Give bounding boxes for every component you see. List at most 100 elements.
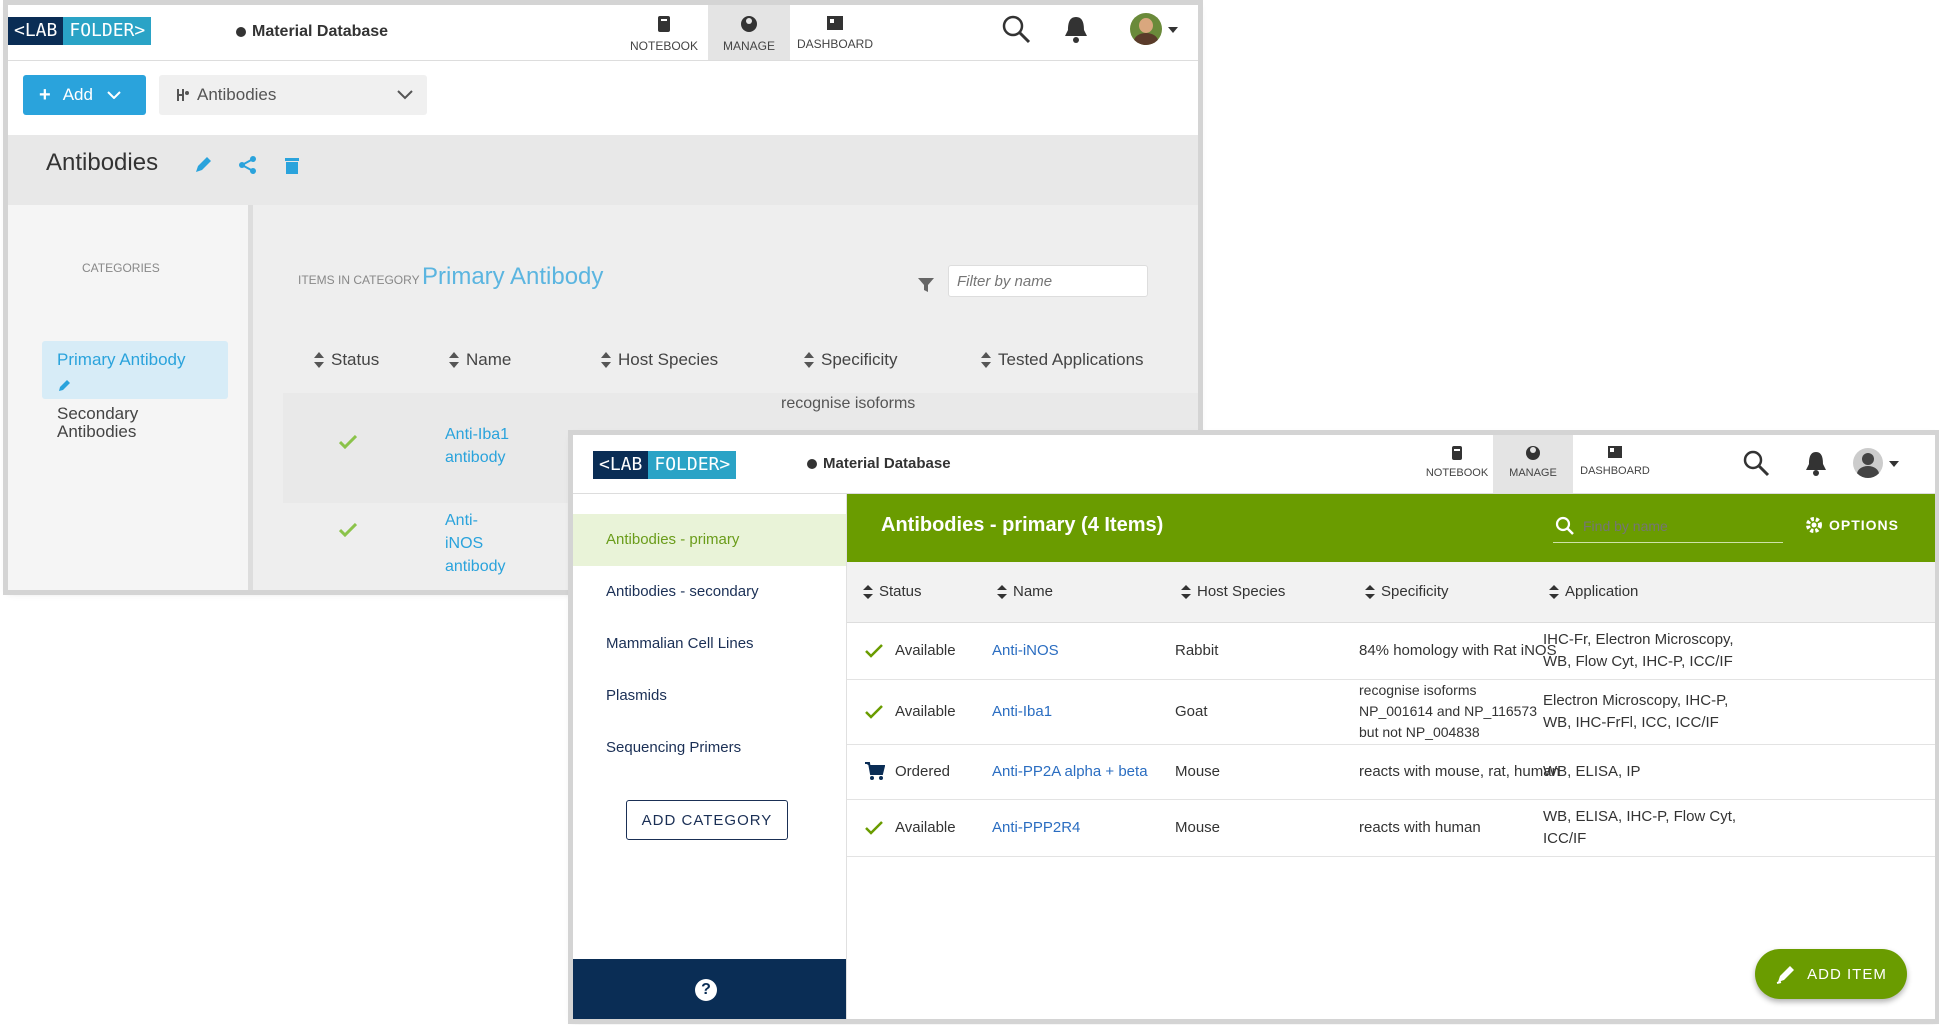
chevron-down-icon	[397, 90, 413, 100]
add-button[interactable]: + Add	[23, 75, 146, 115]
find-by-name-search[interactable]	[1553, 508, 1783, 543]
item-name-link[interactable]: Anti-Iba1	[992, 701, 1052, 723]
column-specificity[interactable]: Specificity	[1365, 562, 1449, 622]
item-name-link[interactable]: Anti-iNOS antibody	[445, 509, 515, 578]
specificity-line: NP_001614 and NP_116573	[1359, 703, 1538, 719]
nav-manage[interactable]: MANAGE	[1493, 435, 1573, 493]
item-name-link[interactable]: Anti-PP2A alpha + beta	[992, 761, 1148, 783]
nav-manage[interactable]: MANAGE	[708, 5, 790, 60]
chevron-down-icon	[107, 91, 121, 99]
database-label-text: Material Database	[823, 455, 951, 472]
cart-icon	[865, 762, 885, 780]
nav-manage-label: MANAGE	[722, 39, 775, 53]
category-sidebar: Antibodies - primary Antibodies - second…	[573, 494, 847, 1019]
nav-dashboard[interactable]: DASHBOARD	[1573, 435, 1657, 493]
column-status[interactable]: Status	[313, 350, 379, 370]
database-dot-icon	[236, 27, 246, 37]
category-item-primary[interactable]: Primary Antibody	[42, 341, 228, 399]
categories-sidebar: CATEGORIES Primary Antibody Secondary An…	[8, 205, 253, 590]
filter-input[interactable]	[948, 265, 1148, 297]
collection-title: Antibodies	[46, 149, 159, 176]
bell-icon[interactable]	[1062, 14, 1090, 44]
status-cell: Available	[895, 703, 956, 720]
column-label: Specificity	[1381, 583, 1449, 600]
host-species-cell: Rabbit	[1175, 642, 1219, 659]
sort-icon	[997, 585, 1007, 599]
nav-notebook[interactable]: NOTEBOOK	[620, 5, 708, 60]
labfolder-logo[interactable]: <LAB FOLDER>	[8, 17, 152, 45]
host-species-cell: Goat	[1175, 703, 1208, 720]
search-icon[interactable]	[1000, 13, 1032, 45]
labfolder-logo[interactable]: <LAB FOLDER>	[593, 451, 737, 479]
status-cell: Ordered	[895, 763, 951, 780]
caret-down-icon[interactable]	[1168, 27, 1178, 33]
find-by-name-input[interactable]	[1581, 512, 1775, 540]
column-host-species[interactable]: Host Species	[600, 350, 718, 370]
bell-icon[interactable]	[1803, 449, 1829, 477]
column-application[interactable]: Application	[1549, 562, 1638, 622]
column-name[interactable]: Name	[448, 350, 511, 370]
nav-dashboard-label: DASHBOARD	[1580, 465, 1650, 477]
logo-left: <LAB	[8, 17, 64, 45]
column-tested-applications[interactable]: Tested Applications	[980, 350, 1144, 370]
sidebar-item-antibodies-primary[interactable]: Antibodies - primary	[573, 514, 846, 566]
item-name-link[interactable]: Anti-iNOS	[992, 640, 1059, 662]
application-line: WB, Flow Cyt, IHC-P, ICC/IF	[1543, 653, 1733, 670]
nav-notebook[interactable]: NOTEBOOK	[1421, 435, 1493, 493]
pencil-icon[interactable]	[58, 378, 72, 392]
category-item-secondary[interactable]: Secondary Antibodies	[57, 405, 177, 441]
item-name-link[interactable]: Anti-PPP2R4	[992, 817, 1080, 839]
pencil-icon[interactable]	[193, 155, 213, 175]
caret-down-icon[interactable]	[1889, 461, 1899, 467]
table-row[interactable]: Available Anti-PPP2R4 Mouse reacts with …	[847, 800, 1935, 857]
specificity-cell: recognise isoforms NP_001614 and NP_1165…	[1359, 680, 1537, 743]
nav-dashboard-label: DASHBOARD	[796, 37, 873, 51]
database-dot-icon	[807, 458, 817, 469]
item-name-link[interactable]: Anti-Iba1 antibody	[445, 423, 515, 469]
database-label[interactable]: Material Database	[236, 23, 388, 41]
add-item-button[interactable]: ADD ITEM	[1755, 949, 1907, 999]
notebook-icon	[658, 16, 670, 32]
status-cell: Available	[895, 819, 956, 836]
user-avatar[interactable]	[1130, 13, 1162, 45]
sort-icon	[314, 352, 324, 368]
search-icon[interactable]	[1741, 448, 1771, 478]
database-label[interactable]: Material Database	[807, 455, 951, 472]
logo-right: FOLDER>	[63, 17, 152, 45]
user-avatar[interactable]	[1853, 448, 1883, 478]
add-category-button[interactable]: ADD CATEGORY	[626, 800, 788, 840]
sidebar-item-sequencing-primers[interactable]: Sequencing Primers	[573, 722, 846, 774]
question-icon[interactable]: ?	[695, 979, 717, 1001]
add-item-label: ADD ITEM	[1807, 965, 1887, 983]
application-line: Electron Microscopy, IHC-P,	[1543, 692, 1729, 709]
column-status[interactable]: Status	[863, 562, 922, 622]
nav-dashboard[interactable]: DASHBOARD	[790, 5, 880, 60]
column-label: Status	[879, 583, 922, 600]
options-button[interactable]: OPTIONS	[1805, 516, 1899, 534]
column-host-species[interactable]: Host Species	[1181, 562, 1285, 622]
table-row[interactable]: Available Anti-iNOS Rabbit 84% homology …	[847, 623, 1935, 680]
column-label: Specificity	[821, 350, 898, 369]
trash-icon[interactable]	[283, 155, 301, 175]
sort-icon	[601, 352, 611, 368]
filter-icon[interactable]	[918, 277, 934, 293]
sidebar-item-antibodies-secondary[interactable]: Antibodies - secondary	[573, 566, 846, 618]
specificity-line: recognise isoforms	[1359, 682, 1477, 698]
column-name[interactable]: Name	[997, 562, 1053, 622]
options-label: OPTIONS	[1829, 517, 1900, 533]
gear-icon	[1806, 517, 1822, 533]
table-row[interactable]: Ordered Anti-PP2A alpha + beta Mouse rea…	[847, 745, 1935, 800]
dashboard-icon	[827, 16, 843, 30]
collection-select[interactable]: Antibodies	[159, 75, 427, 115]
share-icon[interactable]	[238, 155, 258, 175]
sidebar-item-mammalian-cell-lines[interactable]: Mammalian Cell Lines	[573, 618, 846, 670]
sort-icon	[981, 352, 991, 368]
table-row[interactable]: Available Anti-Iba1 Goat recognise isofo…	[847, 680, 1935, 745]
category-title: Primary Antibody	[422, 263, 604, 290]
specificity-cell: reacts with mouse, rat, human	[1359, 763, 1560, 780]
sidebar-item-plasmids[interactable]: Plasmids	[573, 670, 846, 722]
column-specificity[interactable]: Specificity	[803, 350, 898, 370]
table-header: Status Name Host Species Specificity App…	[847, 562, 1935, 623]
categories-header: CATEGORIES	[82, 261, 160, 275]
sort-icon	[863, 585, 873, 599]
